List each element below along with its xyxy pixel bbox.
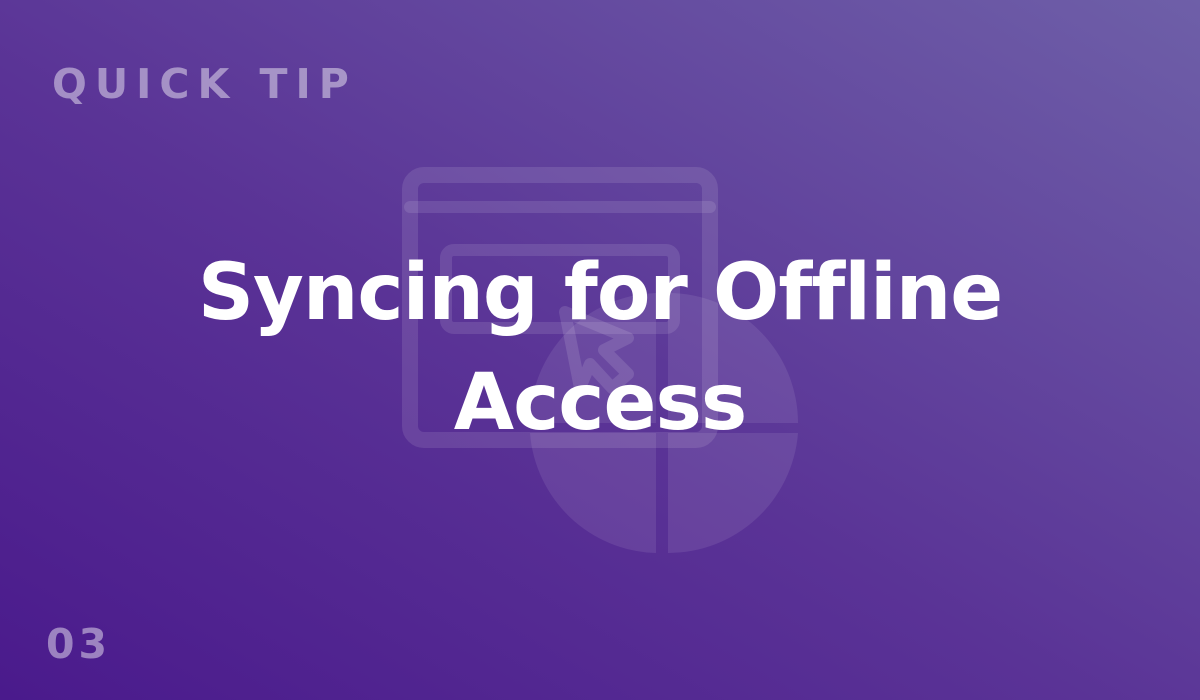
quick-tip-card: QUICK TIP Syncing for Offline Access 03 bbox=[0, 0, 1200, 700]
quick-tip-label: QUICK TIP bbox=[52, 60, 357, 108]
tip-title: Syncing for Offline Access bbox=[197, 248, 1003, 448]
tip-number: 03 bbox=[46, 620, 112, 668]
